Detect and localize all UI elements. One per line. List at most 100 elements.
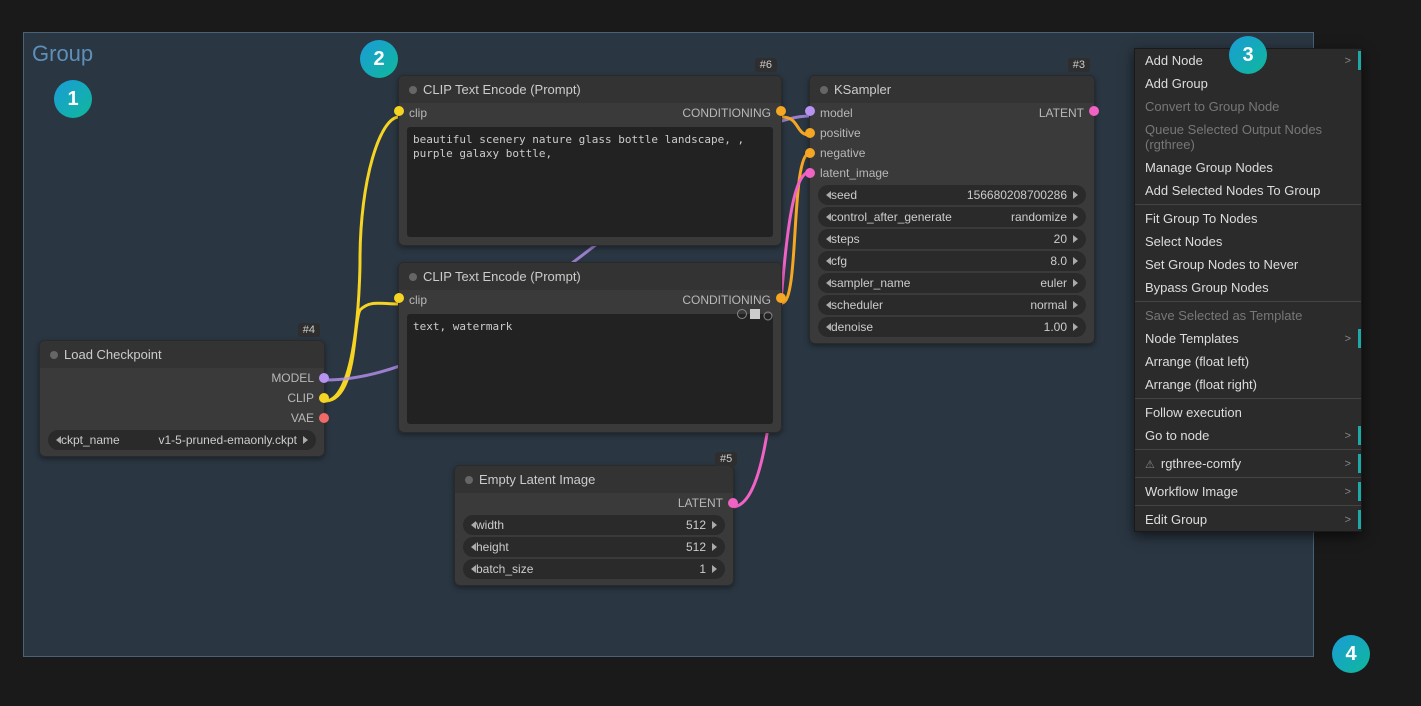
chevron-right-icon[interactable] — [712, 521, 717, 529]
chevron-right-icon[interactable] — [1073, 191, 1078, 199]
node-id-badge: #3 — [1068, 58, 1090, 72]
menu-item: Convert to Group Node — [1135, 95, 1361, 118]
prompt-textarea[interactable]: beautiful scenery nature glass bottle la… — [407, 127, 773, 237]
chevron-right-icon[interactable] — [1073, 301, 1078, 309]
menu-item: Queue Selected Output Nodes (rgthree) — [1135, 118, 1361, 156]
collapse-dot-icon[interactable] — [465, 476, 473, 484]
port-dot-icon[interactable] — [728, 498, 738, 508]
menu-item[interactable]: Set Group Nodes to Never — [1135, 253, 1361, 276]
checkbox-icon[interactable] — [750, 309, 760, 319]
input-clip[interactable]: clip — [409, 106, 427, 120]
collapse-dot-icon[interactable] — [409, 273, 417, 281]
node-header[interactable]: Empty Latent Image — [455, 466, 733, 493]
node-ksampler[interactable]: #3 KSampler model LATENT positive negati… — [809, 75, 1095, 344]
node-header[interactable]: CLIP Text Encode (Prompt) — [399, 76, 781, 103]
chevron-right-icon[interactable] — [303, 436, 308, 444]
node-header[interactable]: CLIP Text Encode (Prompt) — [399, 263, 781, 290]
accent-bar — [1358, 51, 1361, 70]
accent-bar — [1358, 426, 1361, 445]
widget-sampler-name[interactable]: sampler_nameeuler — [818, 273, 1086, 293]
port-dot-icon[interactable] — [776, 293, 786, 303]
widget-control-after-generate[interactable]: control_after_generaterandomize — [818, 207, 1086, 227]
chevron-right-icon[interactable] — [1073, 323, 1078, 331]
widget-denoise[interactable]: denoise1.00 — [818, 317, 1086, 337]
menu-item[interactable]: Arrange (float right) — [1135, 373, 1361, 396]
output-latent[interactable]: LATENT — [455, 493, 733, 513]
port-dot-icon[interactable] — [1089, 106, 1099, 116]
node-header[interactable]: Load Checkpoint — [40, 341, 324, 368]
port-dot-icon[interactable] — [319, 413, 329, 423]
circle-icon[interactable] — [737, 309, 747, 319]
node-title: Load Checkpoint — [64, 347, 162, 362]
menu-separator — [1135, 301, 1361, 302]
menu-item[interactable]: ⚠rgthree-comfy> — [1135, 452, 1361, 475]
menu-item[interactable]: Fit Group To Nodes — [1135, 207, 1361, 230]
port-dot-icon[interactable] — [776, 106, 786, 116]
input-positive[interactable]: positive — [810, 123, 1094, 143]
menu-item[interactable]: Edit Group> — [1135, 508, 1361, 531]
menu-item[interactable]: Workflow Image> — [1135, 480, 1361, 503]
collapse-dot-icon[interactable] — [820, 86, 828, 94]
port-dot-icon[interactable] — [394, 106, 404, 116]
node-load-checkpoint[interactable]: #4 Load Checkpoint MODEL CLIP VAE ckpt_n… — [39, 340, 325, 457]
menu-item[interactable]: Select Nodes — [1135, 230, 1361, 253]
input-clip[interactable]: clip — [409, 293, 427, 307]
output-vae[interactable]: VAE — [40, 408, 324, 428]
widget-steps[interactable]: steps20 — [818, 229, 1086, 249]
menu-item[interactable]: Manage Group Nodes — [1135, 156, 1361, 179]
output-clip[interactable]: CLIP — [40, 388, 324, 408]
widget-ckpt-name[interactable]: ckpt_name v1-5-pruned-emaonly.ckpt — [48, 430, 316, 450]
widget-height[interactable]: height512 — [463, 537, 725, 557]
chevron-right-icon[interactable] — [712, 565, 717, 573]
port-dot-icon[interactable] — [319, 393, 329, 403]
input-negative[interactable]: negative — [810, 143, 1094, 163]
node-clip-encode-positive[interactable]: #6 CLIP Text Encode (Prompt) clip CONDIT… — [398, 75, 782, 246]
accent-bar — [1358, 454, 1361, 473]
gear-icon[interactable] — [763, 309, 773, 319]
chevron-right-icon: > — [1345, 486, 1351, 498]
menu-item[interactable]: Add Group — [1135, 72, 1361, 95]
menu-item[interactable]: Add Selected Nodes To Group — [1135, 179, 1361, 202]
menu-item[interactable]: Arrange (float left) — [1135, 350, 1361, 373]
chevron-right-icon[interactable] — [1073, 279, 1078, 287]
context-menu[interactable]: Add Node>Add GroupConvert to Group NodeQ… — [1134, 48, 1362, 532]
chevron-right-icon[interactable] — [1073, 257, 1078, 265]
node-clip-encode-negative[interactable]: CLIP Text Encode (Prompt) clip CONDITION… — [398, 262, 782, 433]
accent-bar — [1358, 510, 1361, 529]
prompt-textarea[interactable]: text, watermark — [407, 314, 773, 424]
node-id-badge: #6 — [755, 58, 777, 72]
widget-seed[interactable]: seed156680208700286 — [818, 185, 1086, 205]
widget-batch-size[interactable]: batch_size1 — [463, 559, 725, 579]
output-conditioning[interactable]: CONDITIONING — [682, 293, 771, 307]
menu-item[interactable]: Follow execution — [1135, 401, 1361, 424]
collapse-dot-icon[interactable] — [409, 86, 417, 94]
node-title: CLIP Text Encode (Prompt) — [423, 82, 581, 97]
chevron-right-icon[interactable] — [712, 543, 717, 551]
widget-cfg[interactable]: cfg8.0 — [818, 251, 1086, 271]
chevron-right-icon: > — [1345, 514, 1351, 526]
output-conditioning[interactable]: CONDITIONING — [682, 106, 771, 120]
chevron-right-icon[interactable] — [1073, 235, 1078, 243]
menu-item[interactable]: Node Templates> — [1135, 327, 1361, 350]
chevron-right-icon[interactable] — [1073, 213, 1078, 221]
menu-item[interactable]: Bypass Group Nodes — [1135, 276, 1361, 299]
node-empty-latent[interactable]: #5 Empty Latent Image LATENT width512 he… — [454, 465, 734, 586]
step-badge-1: 1 — [54, 80, 92, 118]
node-header[interactable]: KSampler — [810, 76, 1094, 103]
widget-width[interactable]: width512 — [463, 515, 725, 535]
port-dot-icon[interactable] — [805, 148, 815, 158]
output-model[interactable]: MODEL — [40, 368, 324, 388]
output-latent[interactable]: LATENT — [1039, 106, 1084, 120]
input-model[interactable]: model — [820, 106, 853, 120]
port-dot-icon[interactable] — [805, 168, 815, 178]
node-title: Empty Latent Image — [479, 472, 595, 487]
port-dot-icon[interactable] — [319, 373, 329, 383]
widget-scheduler[interactable]: schedulernormal — [818, 295, 1086, 315]
port-dot-icon[interactable] — [805, 106, 815, 116]
port-dot-icon[interactable] — [805, 128, 815, 138]
port-dot-icon[interactable] — [394, 293, 404, 303]
chevron-right-icon: > — [1345, 458, 1351, 470]
menu-item[interactable]: Go to node> — [1135, 424, 1361, 447]
collapse-dot-icon[interactable] — [50, 351, 58, 359]
input-latent-image[interactable]: latent_image — [810, 163, 1094, 183]
